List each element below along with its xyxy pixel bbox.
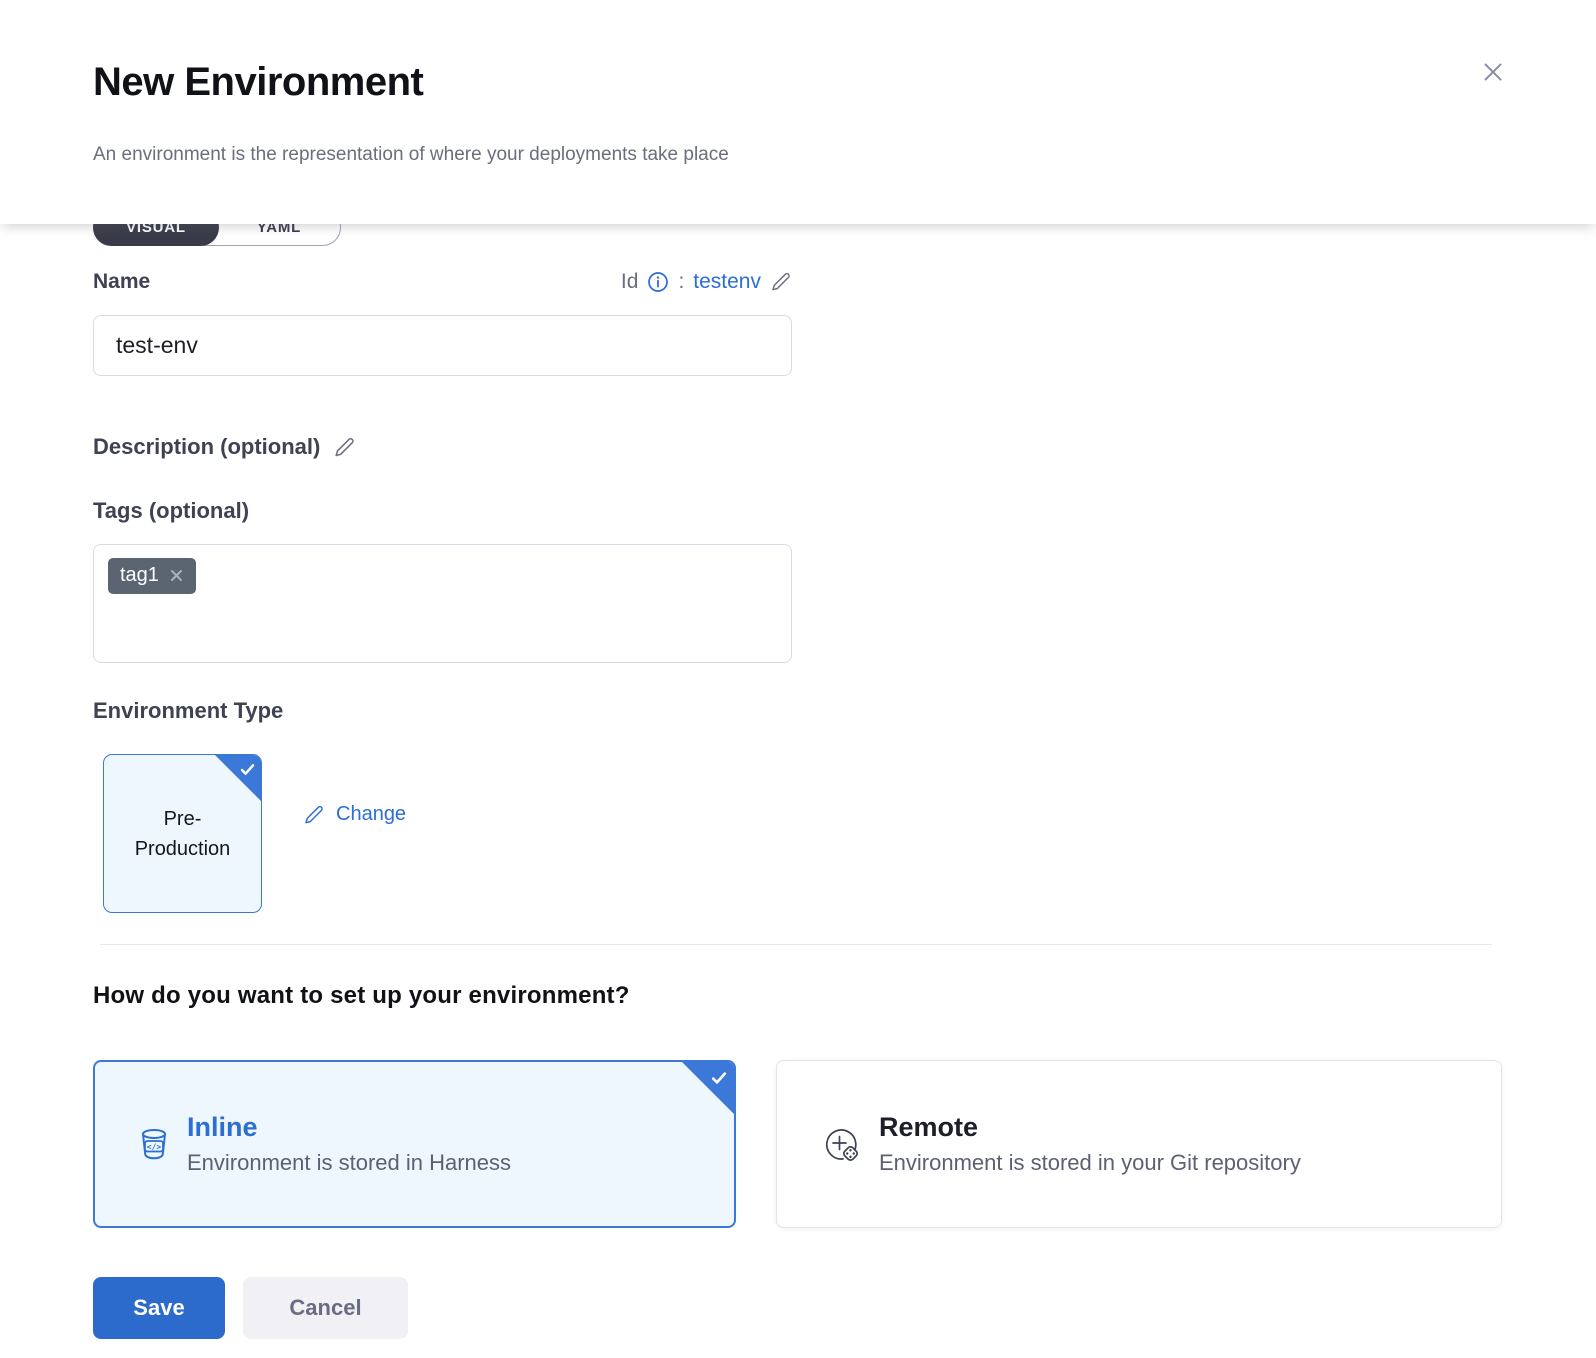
new-environment-modal: VISUAL YAML New Environment An environme… [0,0,1596,1358]
inline-option-title: Inline [187,1112,511,1143]
id-row: Id : testenv [93,270,792,294]
svg-text:</>: </> [147,1142,162,1151]
check-icon [709,1068,729,1093]
edit-description-icon[interactable] [333,436,356,459]
save-button[interactable]: Save [93,1277,225,1339]
change-link-label: Change [336,803,406,826]
close-button[interactable] [1475,54,1511,90]
page-subtitle: An environment is the representation of … [93,144,729,166]
edit-icon [303,804,325,826]
info-icon[interactable] [647,271,669,293]
id-label: Id [621,270,639,294]
cancel-button[interactable]: Cancel [243,1277,408,1339]
remote-option-description: Environment is stored in your Git reposi… [879,1150,1301,1176]
environment-type-label: Environment Type [93,698,283,724]
inline-option-description: Environment is stored in Harness [187,1150,511,1176]
tags-label: Tags (optional) [93,498,249,524]
page-title: New Environment [93,60,423,105]
environment-type-card-pre-production: Pre-Production [103,754,262,913]
remote-option-title: Remote [879,1112,1301,1143]
name-input[interactable] [93,315,792,376]
edit-id-icon[interactable] [770,271,792,293]
setup-heading: How do you want to set up your environme… [93,982,630,1010]
section-divider [100,944,1492,945]
inline-storage-icon: </> [137,1126,171,1162]
tag-chip: tag1 [108,558,196,594]
check-icon [238,760,257,784]
id-value: testenv [693,270,761,294]
description-label: Description (optional) [93,434,320,460]
option-card-inline[interactable]: </> Inline Environment is stored in Harn… [93,1060,736,1228]
modal-header: New Environment An environment is the re… [0,0,1596,224]
description-row: Description (optional) [93,434,356,460]
tag-chip-label: tag1 [120,564,159,587]
tag-remove-icon[interactable] [169,568,184,583]
close-icon [1477,56,1509,88]
environment-type-value: Pre-Production [104,804,261,864]
tags-input[interactable]: tag1 [93,544,792,663]
remote-git-icon [819,1122,863,1166]
option-card-remote[interactable]: Remote Environment is stored in your Git… [776,1060,1502,1228]
change-environment-type-link[interactable]: Change [303,803,406,826]
id-separator: : [678,270,684,294]
